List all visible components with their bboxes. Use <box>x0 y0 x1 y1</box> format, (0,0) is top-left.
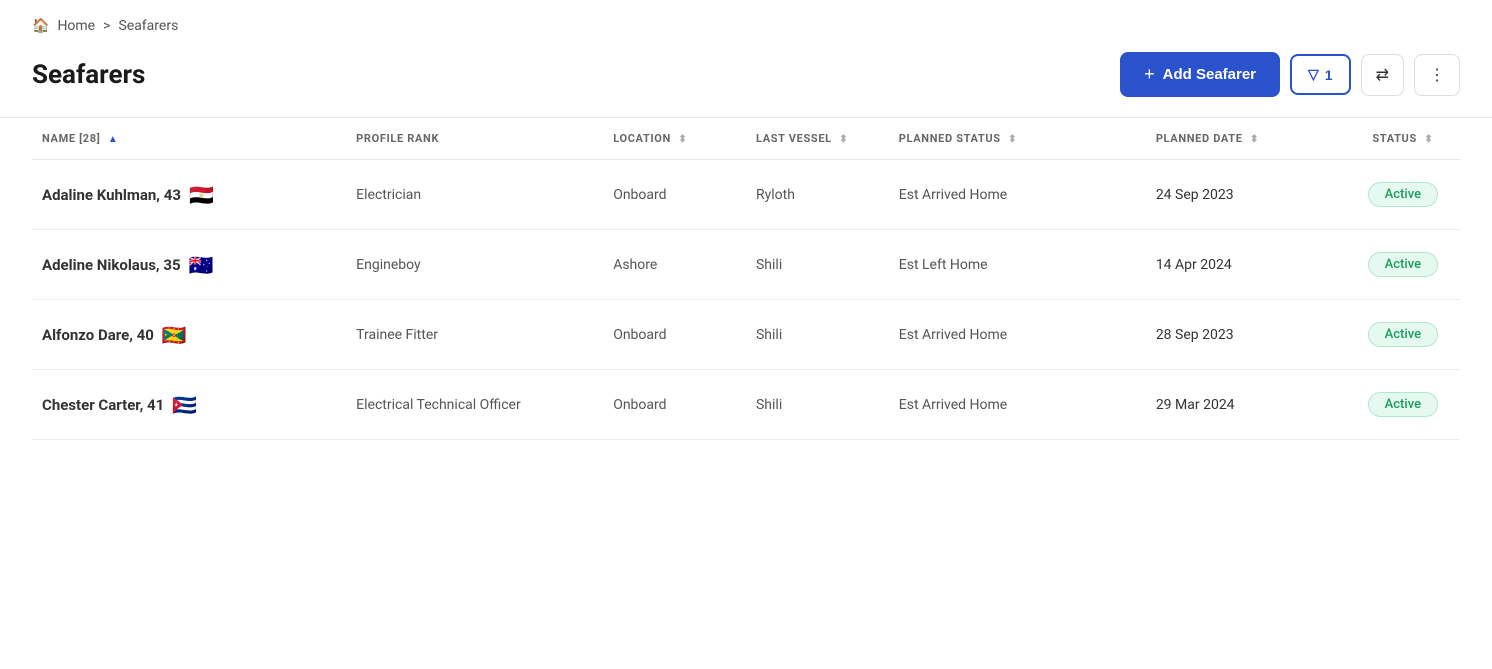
swap-icon: ⇄ <box>1376 65 1389 85</box>
breadcrumb-separator: > <box>103 18 110 34</box>
sort-icon-planned-status: ⬍ <box>1008 134 1017 145</box>
table-row[interactable]: Chester Carter, 41 🇨🇺 Electrical Technic… <box>32 370 1460 440</box>
cell-name-1: Adeline Nikolaus, 35 🇦🇺 <box>32 230 346 300</box>
seafarers-table: NAME [28] ▲ PROFILE RANK LOCATION ⬍ LAST… <box>32 118 1460 440</box>
col-header-planned-status[interactable]: PLANNED STATUS ⬍ <box>889 118 1146 160</box>
add-seafarer-button[interactable]: + Add Seafarer <box>1120 52 1280 97</box>
cell-vessel-2: Shili <box>746 300 889 370</box>
cell-location-0: Onboard <box>603 160 746 230</box>
cell-location-1: Ashore <box>603 230 746 300</box>
cell-planned-status-3: Est Arrived Home <box>889 370 1146 440</box>
flag-3: 🇨🇺 <box>172 393 197 417</box>
name-text-2: Alfonzo Dare, 40 <box>42 326 154 344</box>
sort-icon-vessel: ⬍ <box>839 134 848 145</box>
table-row[interactable]: Alfonzo Dare, 40 🇬🇩 Trainee Fitter Onboa… <box>32 300 1460 370</box>
table-row[interactable]: Adeline Nikolaus, 35 🇦🇺 Engineboy Ashore… <box>32 230 1460 300</box>
cell-name-2: Alfonzo Dare, 40 🇬🇩 <box>32 300 346 370</box>
table-row[interactable]: Adaline Kuhlman, 43 🇪🇬 Electrician Onboa… <box>32 160 1460 230</box>
col-header-planned-date[interactable]: PLANNED DATE ⬍ <box>1146 118 1346 160</box>
table-header: NAME [28] ▲ PROFILE RANK LOCATION ⬍ LAST… <box>32 118 1460 160</box>
header-actions: + Add Seafarer ▽ 1 ⇄ ⋮ <box>1120 52 1460 97</box>
table-body: Adaline Kuhlman, 43 🇪🇬 Electrician Onboa… <box>32 160 1460 440</box>
cell-name-0: Adaline Kuhlman, 43 🇪🇬 <box>32 160 346 230</box>
sort-icon-status: ⬍ <box>1424 134 1433 145</box>
breadcrumb: 🏠 Home > Seafarers <box>0 0 1492 44</box>
name-text-1: Adeline Nikolaus, 35 <box>42 256 181 274</box>
seafarers-table-container: NAME [28] ▲ PROFILE RANK LOCATION ⬍ LAST… <box>0 118 1492 440</box>
cell-vessel-3: Shili <box>746 370 889 440</box>
cell-planned-status-1: Est Left Home <box>889 230 1146 300</box>
flag-2: 🇬🇩 <box>162 323 187 347</box>
col-header-status[interactable]: STATUS ⬍ <box>1346 118 1460 160</box>
breadcrumb-current: Seafarers <box>118 18 178 34</box>
sort-icon-location: ⬍ <box>678 134 687 145</box>
flag-1: 🇦🇺 <box>189 253 214 277</box>
name-text-0: Adaline Kuhlman, 43 <box>42 186 181 204</box>
page-header: Seafarers + Add Seafarer ▽ 1 ⇄ ⋮ <box>0 44 1492 117</box>
cell-vessel-1: Shili <box>746 230 889 300</box>
cell-rank-3: Electrical Technical Officer <box>346 370 603 440</box>
cell-planned-date-0: 24 Sep 2023 <box>1146 160 1346 230</box>
status-badge-1: Active <box>1368 252 1438 277</box>
cell-planned-date-2: 28 Sep 2023 <box>1146 300 1346 370</box>
cell-planned-status-0: Est Arrived Home <box>889 160 1146 230</box>
cell-planned-date-1: 14 Apr 2024 <box>1146 230 1346 300</box>
cell-status-0: Active <box>1346 160 1460 230</box>
cell-name-3: Chester Carter, 41 🇨🇺 <box>32 370 346 440</box>
more-button[interactable]: ⋮ <box>1414 54 1460 96</box>
filter-count: 1 <box>1325 67 1333 83</box>
cell-location-3: Onboard <box>603 370 746 440</box>
cell-planned-status-2: Est Arrived Home <box>889 300 1146 370</box>
sort-icon-name: ▲ <box>108 134 119 145</box>
plus-icon: + <box>1144 64 1155 85</box>
breadcrumb-home[interactable]: Home <box>57 18 95 34</box>
status-badge-3: Active <box>1368 392 1438 417</box>
col-header-location[interactable]: LOCATION ⬍ <box>603 118 746 160</box>
swap-button[interactable]: ⇄ <box>1361 54 1404 96</box>
sort-icon-planned-date: ⬍ <box>1250 134 1259 145</box>
status-badge-2: Active <box>1368 322 1438 347</box>
cell-status-1: Active <box>1346 230 1460 300</box>
col-header-name[interactable]: NAME [28] ▲ <box>32 118 346 160</box>
cell-rank-0: Electrician <box>346 160 603 230</box>
more-icon: ⋮ <box>1429 65 1445 85</box>
cell-rank-2: Trainee Fitter <box>346 300 603 370</box>
name-text-3: Chester Carter, 41 <box>42 396 164 414</box>
col-header-vessel[interactable]: LAST VESSEL ⬍ <box>746 118 889 160</box>
cell-rank-1: Engineboy <box>346 230 603 300</box>
cell-planned-date-3: 29 Mar 2024 <box>1146 370 1346 440</box>
filter-icon: ▽ <box>1308 66 1319 83</box>
flag-0: 🇪🇬 <box>189 183 214 207</box>
cell-status-2: Active <box>1346 300 1460 370</box>
home-icon: 🏠 <box>32 18 49 34</box>
col-header-rank: PROFILE RANK <box>346 118 603 160</box>
page-title: Seafarers <box>32 60 145 90</box>
cell-status-3: Active <box>1346 370 1460 440</box>
cell-vessel-0: Ryloth <box>746 160 889 230</box>
filter-button[interactable]: ▽ 1 <box>1290 54 1351 95</box>
add-seafarer-label: Add Seafarer <box>1163 66 1256 83</box>
cell-location-2: Onboard <box>603 300 746 370</box>
status-badge-0: Active <box>1368 182 1438 207</box>
